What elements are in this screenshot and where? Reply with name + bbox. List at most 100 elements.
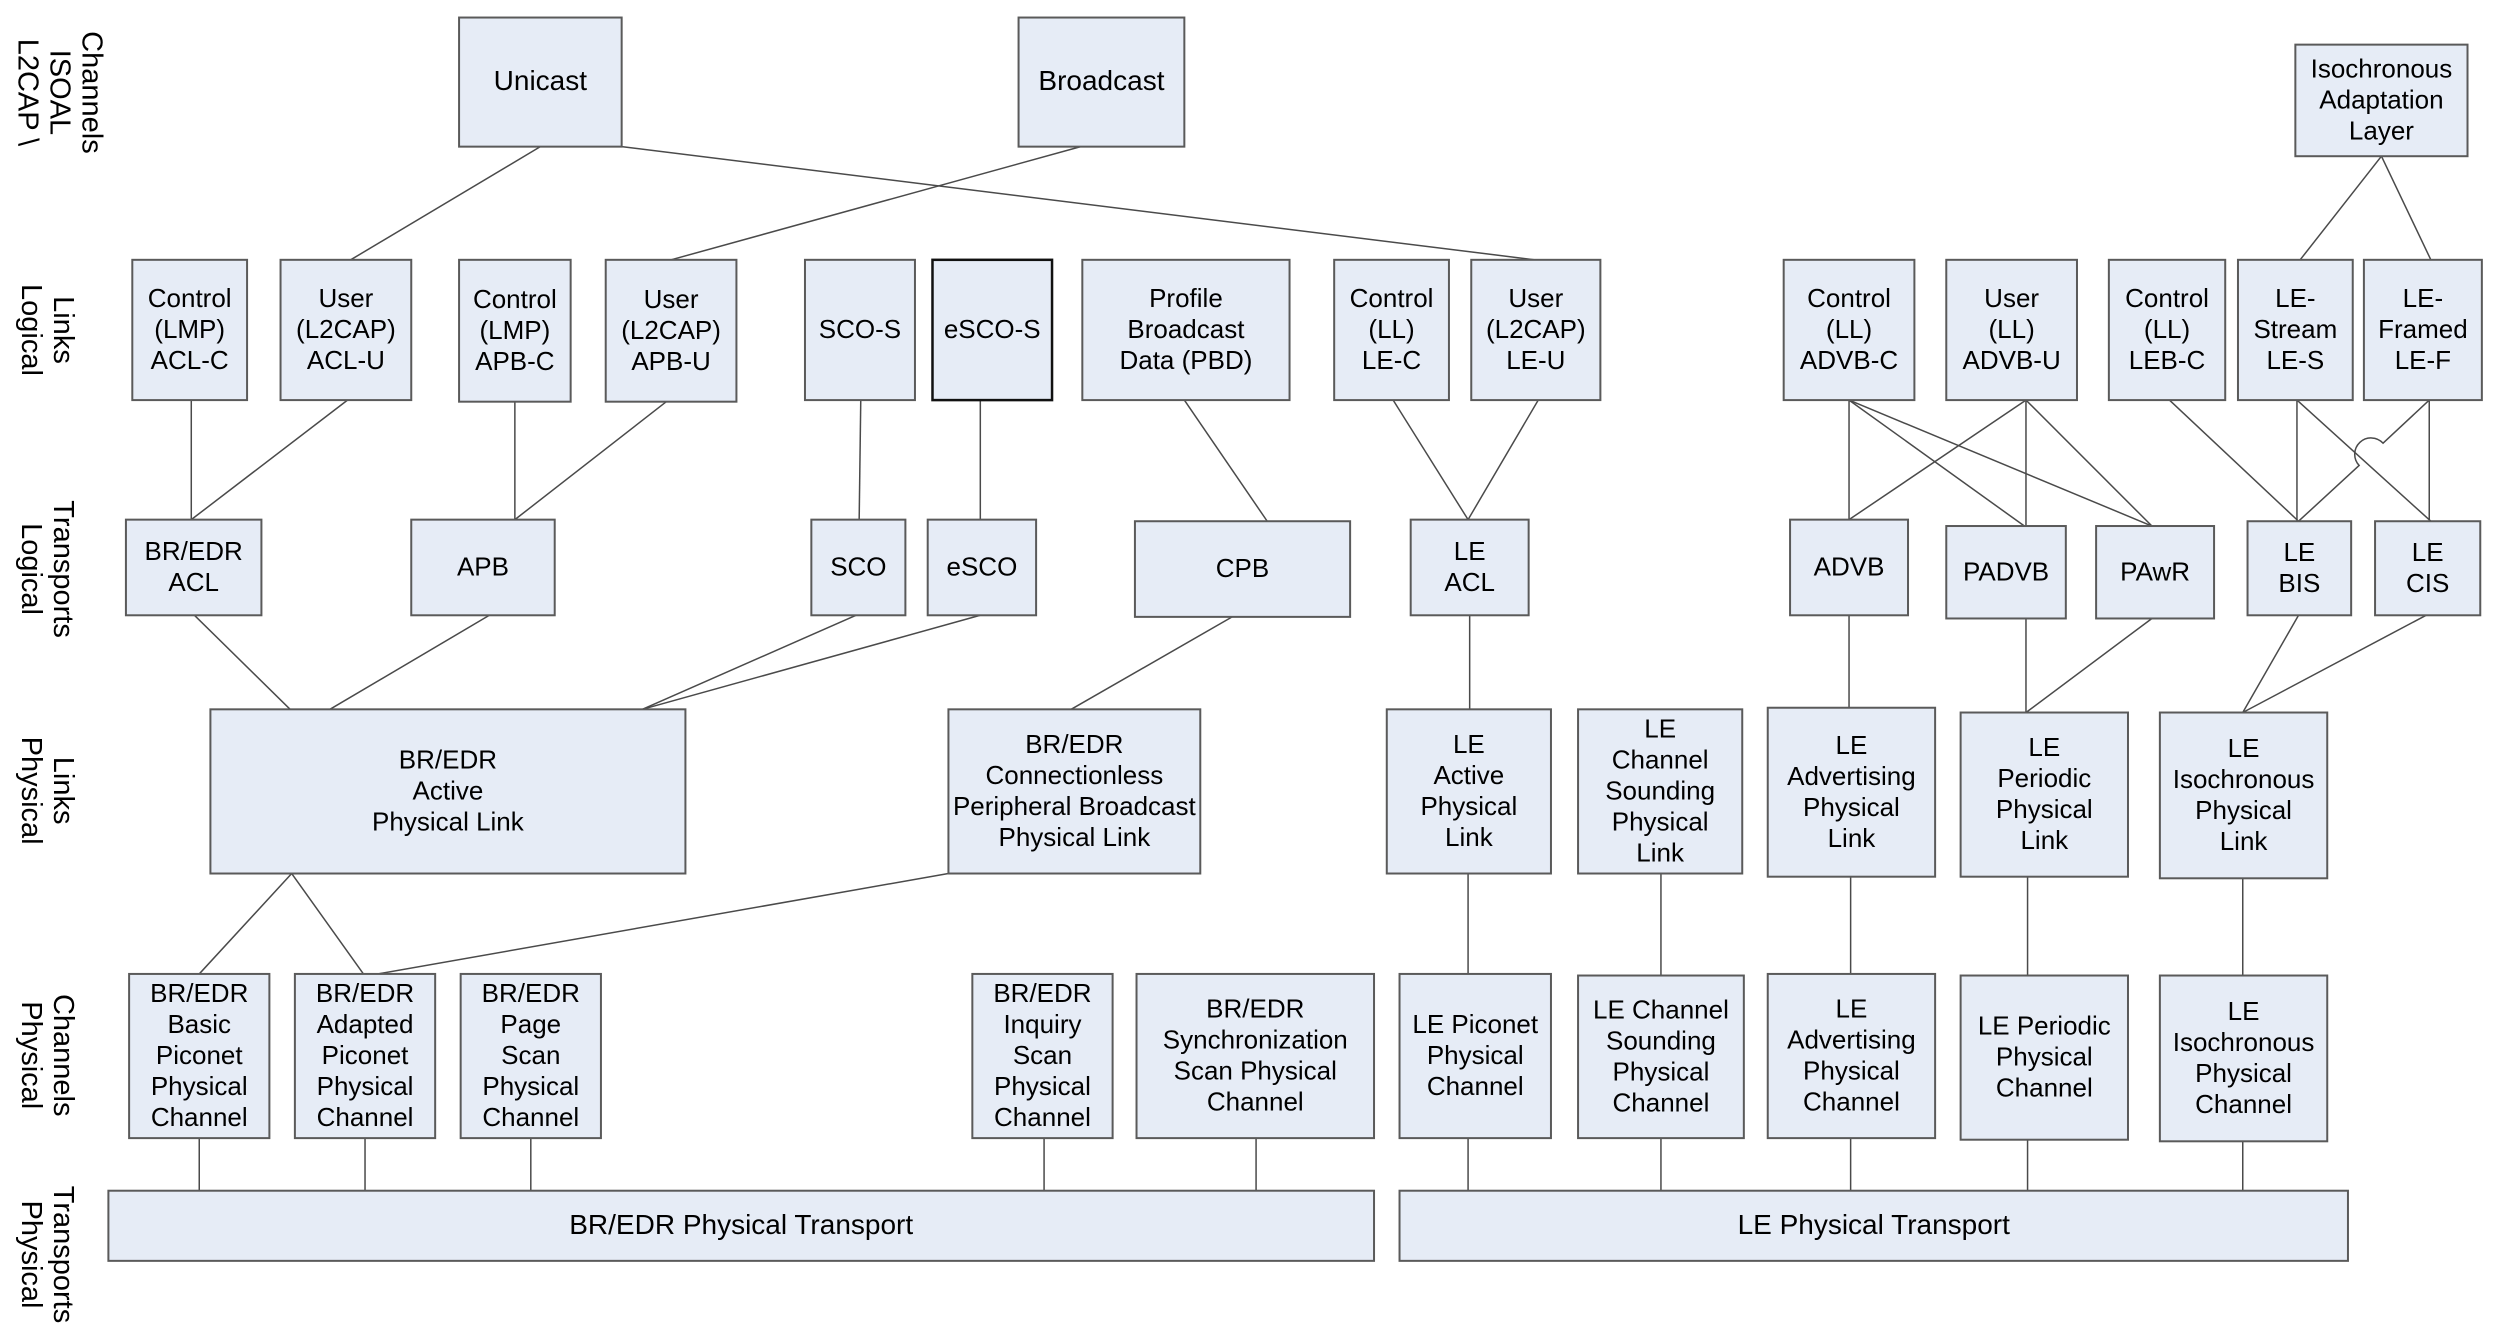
- node-label-line: (L2CAP): [296, 314, 396, 344]
- row-label-line: Transports: [47, 1186, 79, 1324]
- node-label-line: LE: [2412, 537, 2444, 567]
- node-label-line: Sounding: [1605, 775, 1715, 805]
- node-label-line: LE-F: [2395, 345, 2451, 375]
- node-label-line: User: [1984, 283, 2039, 313]
- row-label-line: L2CAP \: [12, 39, 44, 147]
- node-le-f: LE-FramedLE-F: [2362, 258, 2483, 402]
- architecture-diagram: Unicast Broadcast IsochronousAdaptationLay…: [12, 16, 2483, 1323]
- node-esco-s: eSCO-S: [931, 258, 1054, 402]
- connector-line: [642, 614, 981, 711]
- node-label-line: Physical Link: [998, 822, 1151, 852]
- node-label-line: ADVB: [1814, 552, 1885, 582]
- node-bredr-acl: BR/EDRACL: [124, 518, 263, 617]
- node-le-cs-link: LEChannelSoundingPhysicalLink: [1577, 708, 1744, 875]
- node-label-line: BR/EDR: [399, 744, 497, 774]
- node-le-c: Control(LL)LE-C: [1333, 258, 1450, 402]
- node-label-line: Stream: [2253, 314, 2337, 344]
- node-label-line: Synchronization: [1163, 1025, 1348, 1055]
- node-label-line: (LL): [1826, 314, 1872, 344]
- node-label-line: Broadcast: [1038, 65, 1164, 96]
- node-label-line: Advertising: [1787, 761, 1916, 791]
- node-label-line: Channel: [482, 1102, 579, 1132]
- node-label-line: Channel: [1427, 1071, 1524, 1101]
- node-label-line: Physical Link: [372, 806, 525, 836]
- node-apb: APB: [410, 518, 556, 617]
- node-label-line: Adaptation: [2319, 84, 2443, 114]
- node-label-line: LE-S: [2266, 345, 2324, 375]
- node-label-line: User: [644, 284, 699, 314]
- node-label-line: Broadcast: [1127, 314, 1245, 344]
- node-broadcast: Broadcast: [1017, 16, 1186, 148]
- connector-line: [2168, 399, 2300, 522]
- node-bredr-transport: BR/EDR Physical Transport: [107, 1189, 1376, 1262]
- node-label-line: Isochronous: [2311, 53, 2453, 83]
- node-label-line: (LL): [1989, 314, 2035, 344]
- node-label-line: Periodic: [1997, 763, 2091, 793]
- node-bredr-basic-ch: BR/EDRBasicPiconetPhysicalChannel: [128, 972, 271, 1140]
- node-label-line: Physical: [1420, 791, 1517, 821]
- node-label-line: Physical: [2195, 795, 2292, 825]
- node-label-line: Channel: [1207, 1087, 1304, 1117]
- node-label-line: Scan: [1013, 1040, 1072, 1070]
- node-label-line: LE: [2283, 537, 2315, 567]
- connector-line: [190, 399, 348, 521]
- node-label-line: LE: [1644, 713, 1676, 743]
- node-sco: SCO: [810, 518, 907, 617]
- node-label-line: LE Piconet: [1412, 1009, 1539, 1039]
- node-label-line: Data (PBD): [1119, 345, 1252, 375]
- node-label-line: Sounding: [1606, 1025, 1716, 1055]
- node-label-line: Physical: [1996, 794, 2093, 824]
- row-label-line: Physical: [15, 737, 47, 845]
- node-acl-u: User(L2CAP)ACL-U: [279, 258, 413, 402]
- node-label-line: LE Periodic: [1978, 1011, 2111, 1041]
- node-le-u: User(L2CAP)LE-U: [1470, 258, 1602, 402]
- connector-line: [1467, 399, 1539, 521]
- node-le-piconet-ch: LE PiconetPhysicalChannel: [1398, 972, 1552, 1140]
- node-label-line: Channel: [1803, 1087, 1900, 1117]
- node-label-line: LE-: [2403, 283, 2443, 313]
- node-isoal: IsochronousAdaptationLayer: [2294, 43, 2469, 158]
- node-label-line: (LMP): [479, 315, 550, 345]
- node-label-line: BR/EDR: [993, 978, 1091, 1008]
- node-bredr-inquiry-ch: BR/EDRInquiryScanPhysicalChannel: [971, 972, 1114, 1140]
- node-label-line: (L2CAP): [621, 315, 721, 345]
- connector-line: [621, 145, 1536, 261]
- row-labels: L2CAP \ ISOAL ChannelsLogical LinksLogical T…: [12, 31, 108, 1323]
- connector-line: [2025, 617, 2153, 714]
- node-le-iso-ch: LEIsochronousPhysicalChannel: [2158, 974, 2329, 1143]
- row-label-line: Transports: [47, 500, 79, 638]
- node-label-line: LEB-C: [2129, 345, 2206, 375]
- node-label-line: Piconet: [156, 1040, 243, 1070]
- node-apb-u: User(L2CAP)APB-U: [604, 258, 738, 403]
- node-label-line: BR/EDR: [482, 978, 580, 1008]
- node-label-line: BR/EDR Physical Transport: [569, 1209, 913, 1240]
- node-label-line: LE Channel: [1593, 994, 1729, 1024]
- node-label-line: Link: [1636, 837, 1685, 867]
- node-bredr-active-link: BR/EDRActivePhysical Link: [209, 708, 687, 875]
- node-le-adv-ch: LEAdvertisingPhysicalChannel: [1766, 972, 1937, 1140]
- node-label-line: BR/EDR: [1206, 994, 1304, 1024]
- node-label-line: Physical: [151, 1071, 248, 1101]
- connector-line: [193, 614, 291, 710]
- node-label-line: ACL-U: [307, 345, 385, 375]
- node-label-line: Profile: [1149, 283, 1223, 313]
- node-bredr-adapted-ch: BR/EDRAdaptedPiconetPhysicalChannel: [293, 972, 437, 1140]
- node-label-line: Channel: [317, 1102, 414, 1132]
- node-label-line: BR/EDR: [150, 978, 248, 1008]
- node-label-line: Control: [473, 284, 557, 314]
- node-label-line: ACL: [1444, 567, 1495, 597]
- node-acl-c: Control(LMP)ACL-C: [131, 258, 249, 402]
- node-label-line: Channel: [2195, 1089, 2292, 1119]
- node-le-adv-link: LEAdvertisingPhysicalLink: [1766, 706, 1937, 878]
- node-le-bis: LEBIS: [2246, 520, 2353, 617]
- node-padvb: PADVB: [1945, 525, 2067, 620]
- node-bredr-page-ch: BR/EDRPageScanPhysicalChannel: [459, 972, 602, 1140]
- connector-line: [1392, 399, 1469, 521]
- connector-line: [2299, 155, 2383, 261]
- node-label-line: ADVB-U: [1963, 345, 2061, 375]
- node-label-line: (L2CAP): [1486, 314, 1586, 344]
- node-label-line: Physical: [1613, 1056, 1710, 1086]
- node-label-line: LE: [2028, 732, 2060, 762]
- connector-line: [350, 146, 541, 261]
- diagram-nodes: Unicast Broadcast IsochronousAdaptationLay…: [107, 16, 2483, 1262]
